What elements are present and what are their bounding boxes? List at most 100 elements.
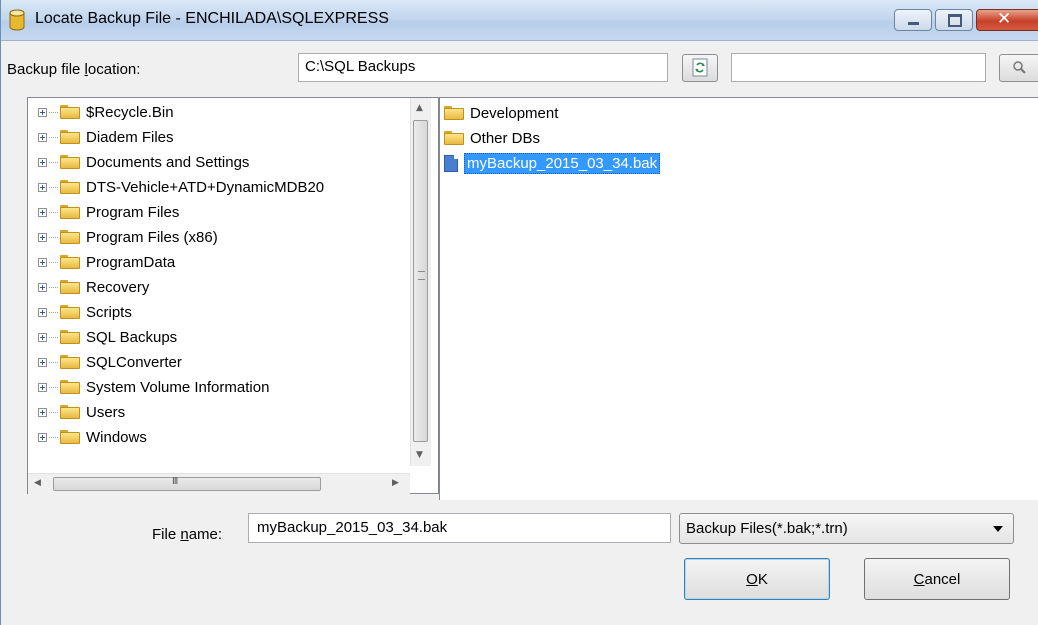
expand-icon[interactable] — [38, 282, 47, 292]
tree-item-label: Program Files — [86, 203, 180, 221]
maximize-icon — [948, 14, 962, 27]
tree-connector — [49, 386, 58, 388]
horizontal-scroll-thumb[interactable]: III — [53, 476, 321, 491]
expand-icon[interactable] — [38, 382, 47, 392]
ok-button-label: OK — [746, 570, 768, 588]
grip-icon: III — [172, 476, 178, 487]
expand-icon[interactable] — [38, 207, 47, 217]
tree-item-label: System Volume Information — [86, 378, 270, 396]
expand-icon[interactable] — [38, 182, 47, 192]
backup-location-field[interactable]: C:\SQL Backups — [298, 53, 668, 82]
scroll-left-icon[interactable]: ◀ — [34, 478, 41, 488]
folder-icon — [60, 255, 80, 269]
expand-icon[interactable] — [38, 307, 47, 317]
expand-icon[interactable] — [38, 407, 47, 417]
tree-item-label: ProgramData — [86, 253, 176, 271]
tree-item[interactable]: Documents and Settings — [38, 151, 249, 173]
tree-item-label: Windows — [86, 428, 147, 446]
tree-item-label: Scripts — [86, 303, 132, 321]
file-type-value: Backup Files(*.bak;*.trn) — [686, 520, 848, 537]
locate-backup-dialog: Locate Backup File - ENCHILADA\SQLEXPRES… — [0, 0, 1038, 625]
window-title: Locate Backup File - ENCHILADA\SQLEXPRES… — [35, 10, 389, 27]
folder-icon — [60, 105, 80, 119]
folder-icon — [60, 380, 80, 394]
tree-item[interactable]: Program Files (x86) — [38, 226, 218, 248]
tree-connector — [49, 111, 58, 113]
folder-list-item[interactable]: Development — [444, 102, 558, 124]
tree-item-label: SQLConverter — [86, 353, 182, 371]
tree-item[interactable]: System Volume Information — [38, 376, 269, 398]
tree-item[interactable]: Program Files — [38, 201, 179, 223]
file-item-label: Development — [470, 104, 559, 122]
close-button[interactable]: ✕ — [976, 9, 1038, 31]
tree-item[interactable]: ProgramData — [38, 251, 175, 273]
title-bar[interactable]: Locate Backup File - ENCHILADA\SQLEXPRES… — [1, 0, 1038, 41]
cancel-button-label: Cancel — [913, 570, 961, 588]
file-type-select[interactable]: Backup Files(*.bak;*.trn) — [679, 513, 1014, 544]
scroll-up-icon[interactable]: ▲ — [416, 103, 423, 113]
tree-item[interactable]: SQLConverter — [38, 351, 182, 373]
folder-icon — [60, 180, 80, 194]
tree-connector — [49, 236, 58, 238]
tree-item[interactable]: SQL Backups — [38, 326, 177, 348]
vertical-scroll-thumb[interactable] — [413, 120, 428, 442]
tree-item[interactable]: Windows — [38, 426, 147, 448]
tree-connector — [49, 186, 58, 188]
refresh-icon — [692, 58, 708, 77]
tree-item[interactable]: Recovery — [38, 276, 149, 298]
expand-icon[interactable] — [38, 232, 47, 242]
expand-icon[interactable] — [38, 107, 47, 117]
tree-item-label: $Recycle.Bin — [86, 103, 174, 121]
file-name-input[interactable]: myBackup_2015_03_34.bak — [248, 513, 671, 543]
tree-item-label: DTS-Vehicle+ATD+DynamicMDB20 — [86, 178, 325, 196]
folder-icon — [60, 405, 80, 419]
tree-item-label: Documents and Settings — [86, 153, 250, 171]
maximize-button[interactable] — [935, 9, 973, 31]
file-icon — [444, 154, 458, 172]
folder-icon — [444, 131, 464, 145]
minimize-icon — [908, 22, 919, 25]
tree-item[interactable]: $Recycle.Bin — [38, 101, 174, 123]
scroll-down-icon[interactable]: ▼ — [416, 450, 423, 460]
tree-item-label: Recovery — [86, 278, 150, 296]
tree-item[interactable]: DTS-Vehicle+ATD+DynamicMDB20 — [38, 176, 324, 198]
folder-icon — [60, 430, 80, 444]
expand-icon[interactable] — [38, 157, 47, 167]
tree-vertical-scrollbar[interactable]: ▲ ▼ — [410, 98, 431, 466]
expand-icon[interactable] — [38, 132, 47, 142]
expand-icon[interactable] — [38, 432, 47, 442]
expand-icon[interactable] — [38, 332, 47, 342]
folder-icon — [60, 330, 80, 344]
tree-connector — [49, 436, 58, 438]
tree-connector — [49, 311, 58, 313]
file-item-label: Other DBs — [470, 129, 541, 147]
folder-icon — [444, 106, 464, 120]
tree-item-label: Diadem Files — [86, 128, 174, 146]
search-input[interactable] — [731, 53, 986, 82]
tree-item[interactable]: Users — [38, 401, 125, 423]
folder-list-item[interactable]: Other DBs — [444, 127, 540, 149]
cancel-button[interactable]: Cancel — [864, 558, 1010, 600]
scroll-right-icon[interactable]: ▶ — [392, 478, 399, 488]
folder-icon — [60, 355, 80, 369]
folder-icon — [60, 280, 80, 294]
file-list-item[interactable]: myBackup_2015_03_34.bak — [444, 152, 661, 174]
tree-item[interactable]: Scripts — [38, 301, 132, 323]
search-button[interactable] — [999, 54, 1038, 82]
tree-connector — [49, 136, 58, 138]
close-icon: ✕ — [997, 9, 1012, 29]
tree-item-label: Users — [86, 403, 126, 421]
ok-button[interactable]: OK — [684, 558, 830, 600]
refresh-button[interactable] — [682, 54, 718, 82]
grip-icon — [418, 271, 425, 280]
tree-connector — [49, 261, 58, 263]
tree-item-label: SQL Backups — [86, 328, 178, 346]
minimize-button[interactable] — [894, 9, 932, 31]
expand-icon[interactable] — [38, 357, 47, 367]
search-icon — [1013, 61, 1026, 74]
tree-connector — [49, 411, 58, 413]
tree-horizontal-scrollbar[interactable]: ◀ III ▶ — [28, 473, 410, 494]
tree-item[interactable]: Diadem Files — [38, 126, 174, 148]
tree-connector — [49, 211, 58, 213]
expand-icon[interactable] — [38, 257, 47, 267]
